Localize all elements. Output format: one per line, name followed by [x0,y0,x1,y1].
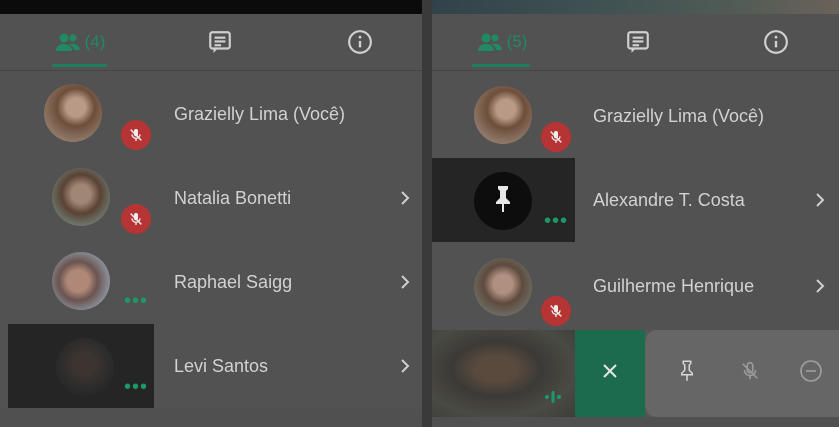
mic-off-icon [541,122,571,152]
participant-name: Guilherme Henrique [593,276,755,296]
avatar [474,258,532,316]
participant-name: Raphael Saigg [174,272,293,292]
participant-row[interactable]: Guilherme Henrique [432,244,839,328]
tab-people[interactable]: (4) [20,14,140,70]
more-options-icon[interactable]: ••• [544,211,568,231]
tab-chat[interactable] [578,14,698,70]
tab-people-underline [52,64,107,67]
participant-tile [0,72,154,156]
avatar [474,172,532,230]
participant-tile: ••• [0,240,154,324]
avatar [56,338,114,396]
panel-divider [422,0,432,427]
avatar [474,86,532,144]
participant-row[interactable]: Grazielly Lima (Você) [0,72,422,156]
participant-tile [0,156,154,240]
pin-icon [491,184,515,219]
close-menu-button[interactable] [575,330,645,417]
participant-row[interactable]: ••• Raphael Saigg [0,240,422,324]
participant-name: Levi Santos [174,356,269,376]
tab-bar: (4) [0,14,422,71]
participant-name: Alexandre T. Costa [593,190,745,210]
remove-participant-button[interactable] [781,330,839,417]
chevron-right-icon[interactable] [398,324,412,408]
chevron-right-icon[interactable] [813,244,827,328]
remove-icon [799,359,823,388]
mic-off-icon [739,360,761,387]
pin-button[interactable] [657,330,717,417]
chevron-right-icon[interactable] [813,158,827,242]
participant-row[interactable]: ••• Levi Santos [0,324,422,408]
participant-name: Natalia Bonetti [174,188,292,208]
speaking-indicator-icon [544,390,562,409]
tab-people-underline [472,64,530,67]
avatar [52,168,110,226]
info-icon [763,29,789,55]
participant-name: Grazielly Lima (Você) [174,104,346,124]
mic-off-icon [121,120,151,150]
participant-row[interactable]: Natalia Bonetti [0,156,422,240]
info-icon [347,29,373,55]
mute-participant-button[interactable] [720,330,780,417]
tab-info[interactable] [300,14,420,70]
participant-tile [432,244,575,328]
people-icon [477,32,503,52]
chevron-right-icon[interactable] [398,156,412,240]
participant-tile: ••• [8,324,154,408]
tab-people[interactable]: (5) [442,14,562,70]
tab-bar: (5) [432,14,839,71]
pin-icon [678,359,696,388]
participant-tile: ••• [432,158,575,242]
mic-off-icon [541,296,571,326]
participant-row[interactable]: Grazielly Lima (Você) [432,74,839,158]
mic-off-icon [121,204,151,234]
more-options-icon[interactable]: ••• [124,377,148,397]
participant-name: Grazielly Lima (Você) [593,106,765,126]
list-bottom [432,417,839,427]
close-icon [601,362,619,385]
avatar [44,84,102,142]
participant-action-menu [575,330,839,417]
avatar [52,252,110,310]
people-count: (4) [84,32,106,51]
tab-info[interactable] [716,14,836,70]
people-count: (5) [506,32,528,51]
participant-tile [432,74,575,158]
tab-chat[interactable] [160,14,280,70]
people-icon [55,32,81,52]
participants-panel-left: (4) Grazielly Lima (Você) Natalia Bonett… [0,0,422,427]
more-options-icon[interactable]: ••• [124,291,148,311]
participant-row[interactable]: ••• Alexandre T. Costa [432,158,839,242]
video-strip [0,0,422,14]
chevron-right-icon[interactable] [398,240,412,324]
chat-icon [625,29,651,55]
video-strip [432,0,839,14]
list-bottom [0,409,422,427]
participant-video [432,330,575,417]
chat-icon [207,29,233,55]
participants-panel-right: (5) Grazielly Lima (Você) ••• Alexandre … [432,0,839,427]
